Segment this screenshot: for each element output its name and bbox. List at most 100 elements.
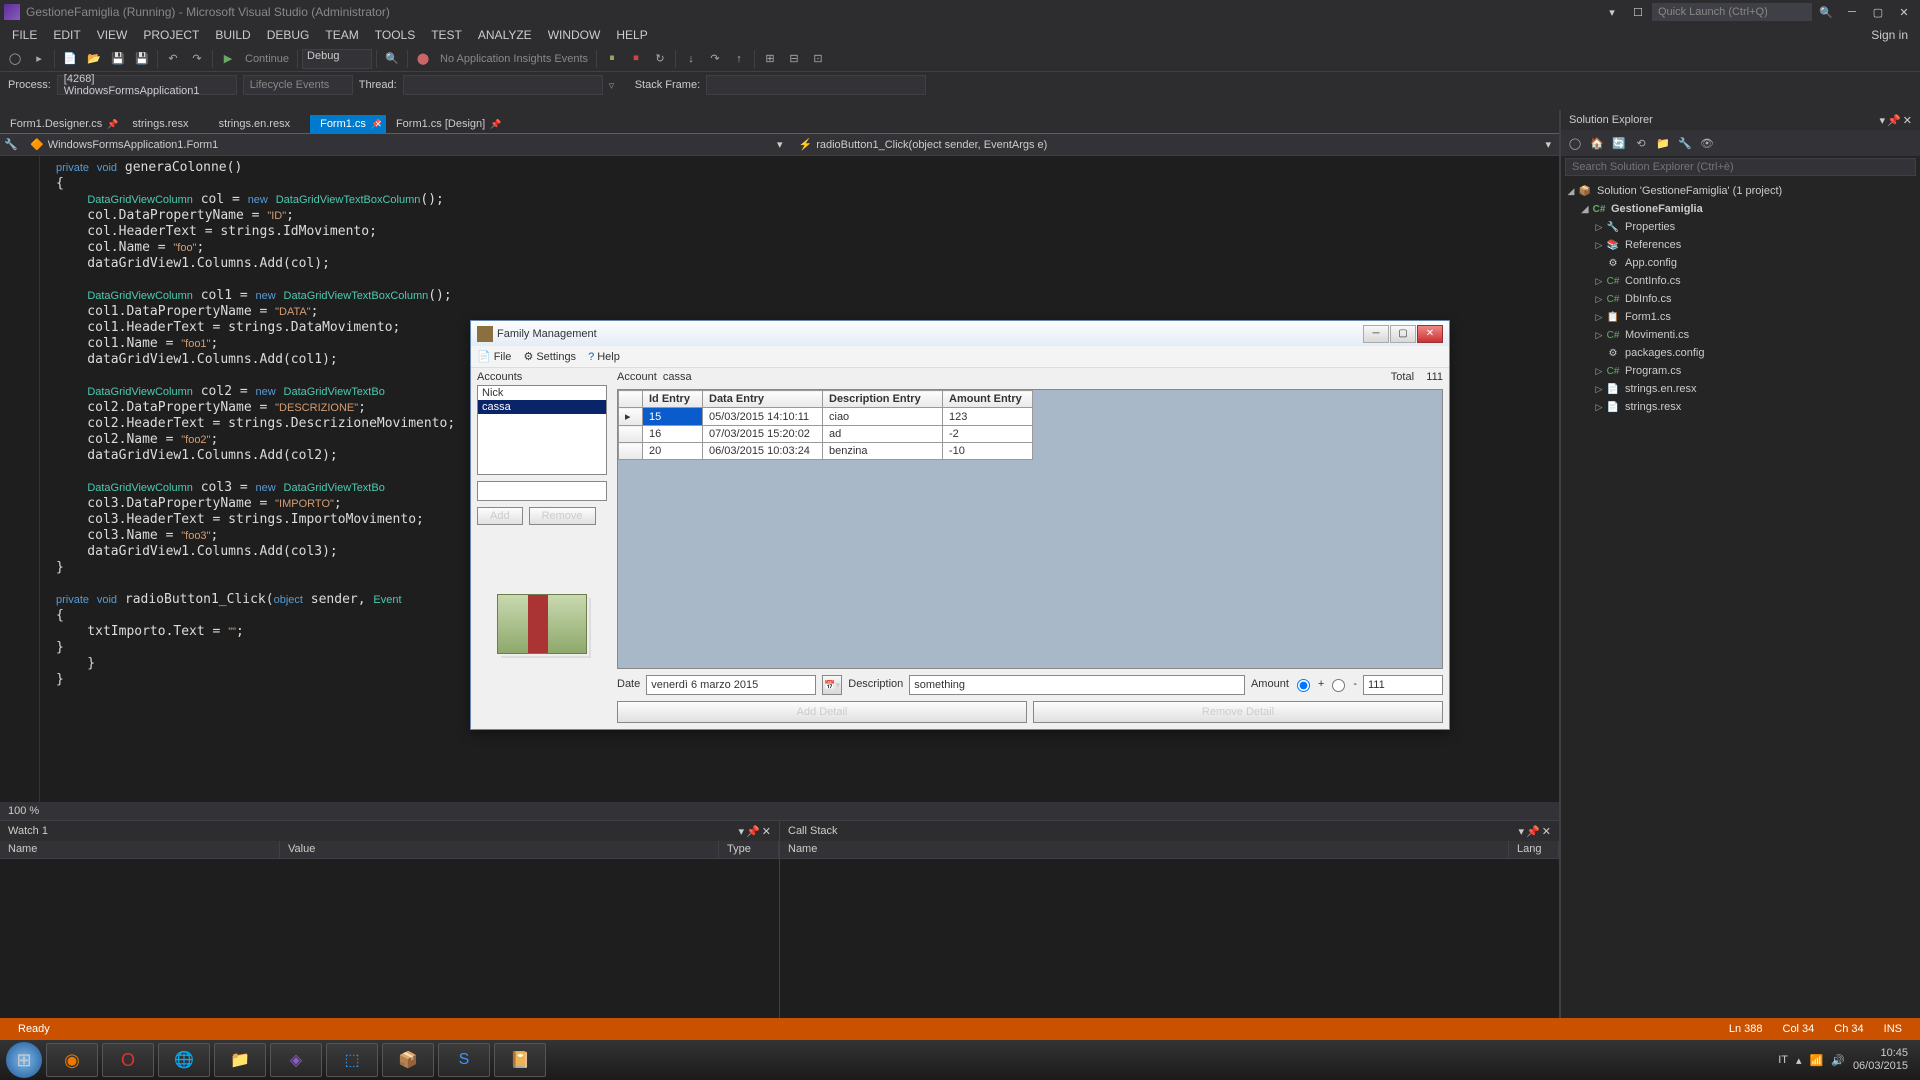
grid-header-amount[interactable]: Amount Entry: [943, 391, 1033, 408]
panel-close-icon[interactable]: ✕: [1903, 114, 1912, 127]
menu-help[interactable]: HELP: [608, 26, 655, 44]
description-input[interactable]: something: [909, 675, 1245, 695]
table-row[interactable]: 20 06/03/2015 10:03:24 benzina -10: [619, 443, 1033, 460]
sol-sync-icon[interactable]: ⟲: [1631, 133, 1651, 153]
undo-icon[interactable]: ↶: [162, 48, 184, 70]
lifecycle-dropdown[interactable]: Lifecycle Events: [243, 75, 353, 95]
dialog-menu-file[interactable]: 📄File: [477, 350, 511, 363]
tree-dbinfo[interactable]: ▷C#DbInfo.cs: [1565, 290, 1916, 308]
panel-close-icon[interactable]: ✕: [1542, 825, 1551, 838]
menu-file[interactable]: FILE: [4, 26, 45, 44]
step-into-icon[interactable]: ↓: [680, 48, 702, 70]
minimize-button[interactable]: ─: [1840, 3, 1864, 21]
redo-icon[interactable]: ↷: [186, 48, 208, 70]
entries-grid[interactable]: Id Entry Data Entry Description Entry Am…: [617, 389, 1443, 669]
start-button[interactable]: ⊞: [6, 1042, 42, 1078]
pause-icon[interactable]: ⏸: [601, 48, 623, 70]
tab-form1-design[interactable]: Form1.cs [Design]📌: [386, 115, 505, 133]
watch-body[interactable]: [0, 859, 779, 1020]
solution-search-input[interactable]: [1565, 158, 1916, 176]
sol-back-icon[interactable]: ◯: [1565, 133, 1585, 153]
find-icon[interactable]: 🔍: [381, 48, 403, 70]
restart-icon[interactable]: ↻: [649, 48, 671, 70]
menu-analyze[interactable]: ANALYZE: [470, 26, 540, 44]
callstack-col-lang[interactable]: Lang: [1509, 841, 1559, 858]
table-row[interactable]: ▸ 15 05/03/2015 14:10:11 ciao 123: [619, 408, 1033, 426]
new-file-icon[interactable]: 📄: [59, 48, 81, 70]
close-button[interactable]: ✕: [1892, 3, 1916, 21]
taskbar-skype[interactable]: S: [438, 1043, 490, 1077]
sol-refresh-icon[interactable]: 🔄: [1609, 133, 1629, 153]
nav-method-dropdown[interactable]: ⚡ radioButton1_Click(object sender, Even…: [791, 138, 1560, 151]
zoom-indicator[interactable]: 100 %: [0, 802, 1559, 820]
taskbar-visualstudio[interactable]: ◈: [270, 1043, 322, 1077]
continue-label[interactable]: Continue: [241, 53, 293, 65]
sol-preview-icon[interactable]: 👁: [1697, 133, 1717, 153]
tray-volume-icon[interactable]: 🔊: [1831, 1054, 1845, 1067]
list-item[interactable]: Nick: [478, 386, 606, 400]
dialog-close-button[interactable]: ✕: [1417, 325, 1443, 343]
tree-appconfig[interactable]: ⚙App.config: [1565, 254, 1916, 272]
watch-col-value[interactable]: Value: [280, 841, 719, 858]
tree-strings[interactable]: ▷📄strings.resx: [1565, 398, 1916, 416]
amount-input[interactable]: 111: [1363, 675, 1443, 695]
dialog-menu-settings[interactable]: ⚙Settings: [523, 350, 576, 363]
toolbar-btn-2[interactable]: ⊟: [783, 48, 805, 70]
open-icon[interactable]: 📂: [83, 48, 105, 70]
callstack-col-name[interactable]: Name: [780, 841, 1509, 858]
sol-properties-icon[interactable]: 🔧: [1675, 133, 1695, 153]
close-icon[interactable]: ✕: [374, 119, 382, 130]
panel-pin-icon[interactable]: 📌: [1526, 825, 1540, 838]
thread-dropdown[interactable]: [403, 75, 603, 95]
tree-form1[interactable]: ▷📋Form1.cs: [1565, 308, 1916, 326]
toolbar-btn-1[interactable]: ⊞: [759, 48, 781, 70]
config-dropdown[interactable]: Debug: [302, 49, 372, 69]
panel-dropdown-icon[interactable]: ▾: [1519, 825, 1525, 838]
nav-back-icon[interactable]: ◯: [4, 48, 26, 70]
menu-view[interactable]: VIEW: [89, 26, 136, 44]
thread-filter-icon[interactable]: ▿: [609, 79, 629, 92]
search-icon[interactable]: 🔍: [1814, 3, 1838, 21]
toolbar-btn-3[interactable]: ⊡: [807, 48, 829, 70]
save-all-icon[interactable]: 💾: [131, 48, 153, 70]
taskbar-firefox[interactable]: ◉: [46, 1043, 98, 1077]
radio-plus[interactable]: [1297, 679, 1310, 692]
tree-program[interactable]: ▷C#Program.cs: [1565, 362, 1916, 380]
feedback-icon[interactable]: ☐: [1626, 3, 1650, 21]
tray-lang[interactable]: IT: [1778, 1054, 1788, 1066]
grid-header-desc[interactable]: Description Entry: [823, 391, 943, 408]
quick-launch-input[interactable]: Quick Launch (Ctrl+Q): [1652, 3, 1812, 21]
dialog-menu-help[interactable]: ?Help: [588, 351, 620, 363]
accounts-listbox[interactable]: Nick cassa: [477, 385, 607, 475]
date-dropdown-button[interactable]: 📅▾: [822, 675, 842, 695]
table-row[interactable]: 16 07/03/2015 15:20:02 ad -2: [619, 426, 1033, 443]
menu-build[interactable]: BUILD: [207, 26, 258, 44]
taskbar-app1[interactable]: ⬚: [326, 1043, 378, 1077]
menu-debug[interactable]: DEBUG: [259, 26, 318, 44]
panel-pin-icon[interactable]: 📌: [1887, 114, 1901, 127]
nav-class-dropdown[interactable]: 🔶 WindowsFormsApplication1.Form1▾: [22, 138, 791, 151]
tab-strings-resx[interactable]: strings.resx: [122, 115, 208, 133]
add-account-button[interactable]: Add: [477, 507, 523, 525]
save-icon[interactable]: 💾: [107, 48, 129, 70]
maximize-button[interactable]: ▢: [1866, 3, 1890, 21]
grid-header-id[interactable]: Id Entry: [643, 391, 703, 408]
menu-edit[interactable]: EDIT: [45, 26, 88, 44]
radio-minus[interactable]: [1332, 679, 1345, 692]
sol-home-icon[interactable]: 🏠: [1587, 133, 1607, 153]
panel-dropdown-icon[interactable]: ▾: [739, 825, 745, 838]
continue-icon[interactable]: ▶: [217, 48, 239, 70]
sign-in-link[interactable]: Sign in: [1871, 28, 1916, 42]
nav-project-dropdown[interactable]: 🔧GestioneFamiglia: [0, 138, 22, 151]
tray-clock[interactable]: 10:45 06/03/2015: [1853, 1047, 1908, 1073]
add-detail-button[interactable]: Add Detail: [617, 701, 1027, 723]
pin-icon[interactable]: 📌: [490, 119, 501, 130]
panel-pin-icon[interactable]: 📌: [746, 825, 760, 838]
taskbar-app2[interactable]: 📔: [494, 1043, 546, 1077]
tree-properties[interactable]: ▷🔧Properties: [1565, 218, 1916, 236]
menu-window[interactable]: WINDOW: [540, 26, 609, 44]
panel-dropdown-icon[interactable]: ▾: [1880, 114, 1886, 127]
step-out-icon[interactable]: ↑: [728, 48, 750, 70]
date-picker[interactable]: venerdì 6 marzo 2015: [646, 675, 816, 695]
stack-dropdown[interactable]: [706, 75, 926, 95]
